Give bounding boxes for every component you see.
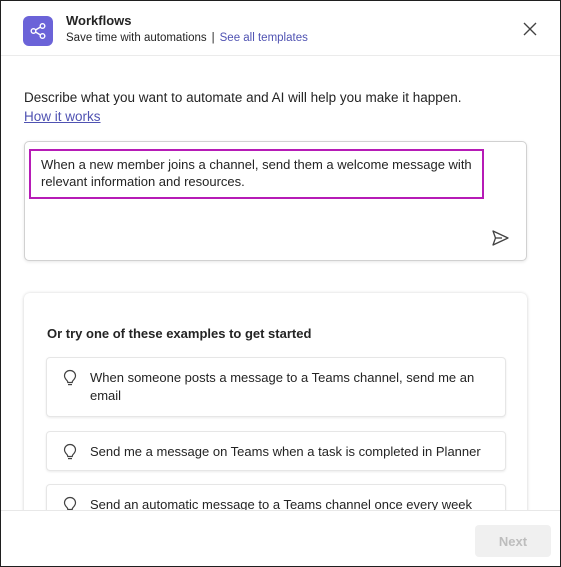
example-item[interactable]: When someone posts a message to a Teams … xyxy=(46,357,506,417)
workflow-app-icon xyxy=(23,16,53,46)
intro-text: Describe what you want to automate and A… xyxy=(24,90,462,105)
next-button[interactable]: Next xyxy=(475,525,551,557)
app-title: Workflows xyxy=(66,13,132,28)
how-it-works-link[interactable]: How it works xyxy=(24,109,101,124)
app-subtitle-row: Save time with automations | See all templ… xyxy=(66,32,308,44)
example-label: Send me a message on Teams when a task i… xyxy=(90,444,481,459)
workflows-dialog: Workflows Save time with automations | See… xyxy=(0,0,561,567)
prompt-text-value[interactable]: When a new member joins a channel, send … xyxy=(29,149,484,199)
lightbulb-icon xyxy=(63,369,77,386)
app-subtitle: Save time with automations xyxy=(66,32,207,44)
examples-title: Or try one of these examples to get star… xyxy=(47,326,312,341)
send-button[interactable] xyxy=(490,228,510,248)
lightbulb-icon xyxy=(63,443,77,460)
example-label: When someone posts a message to a Teams … xyxy=(90,370,475,403)
close-button[interactable] xyxy=(522,21,538,37)
see-all-templates-link[interactable]: See all templates xyxy=(220,32,308,44)
share-nodes-icon xyxy=(30,23,46,39)
subtitle-separator: | xyxy=(211,32,215,44)
example-item[interactable]: Send me a message on Teams when a task i… xyxy=(46,431,506,471)
dialog-footer: Next xyxy=(1,510,560,566)
dialog-header: Workflows Save time with automations | See… xyxy=(1,1,560,56)
send-icon xyxy=(492,230,509,246)
prompt-input[interactable]: When a new member joins a channel, send … xyxy=(24,141,527,261)
close-icon xyxy=(523,22,537,36)
